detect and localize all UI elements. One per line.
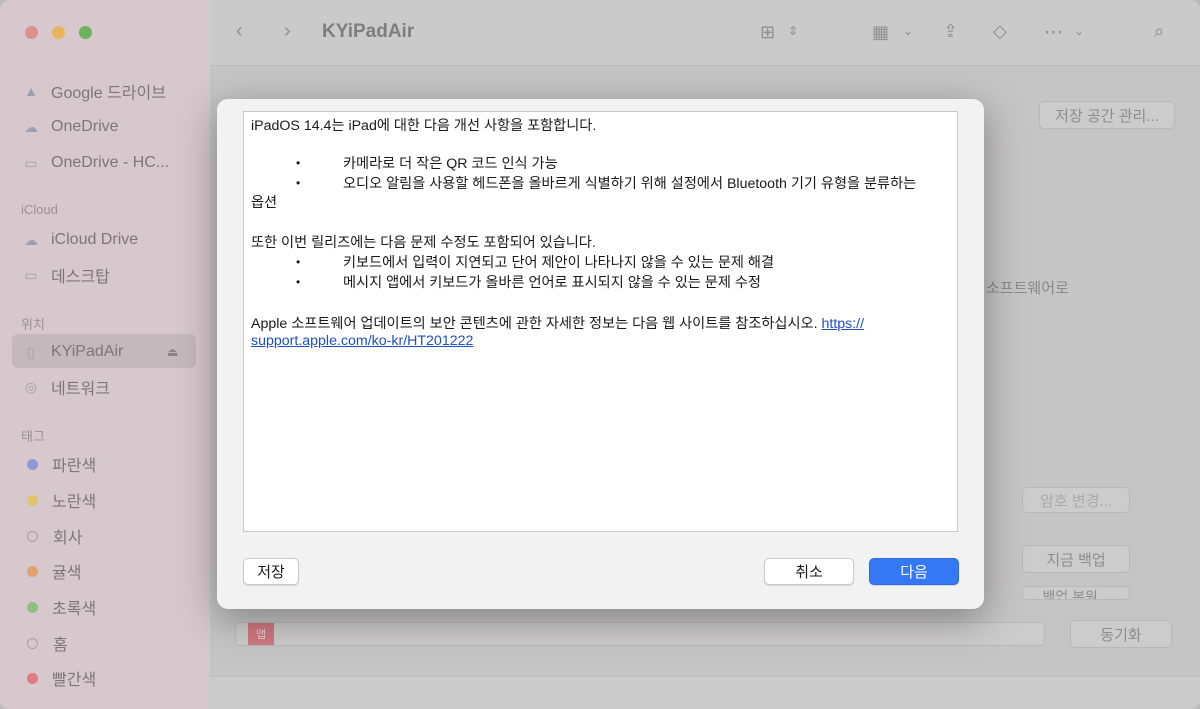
sidebar-item-label: 귤색 — [52, 565, 82, 582]
sidebar-tag-red[interactable]: 빨간색 — [21, 666, 96, 690]
sidebar-tag-green[interactable]: 초록색 — [21, 595, 96, 619]
chevron-updown-icon[interactable]: ⇕ — [788, 24, 798, 38]
sidebar-tag-yellow[interactable]: 노란색 — [21, 488, 96, 512]
sync-button[interactable]: 동기화 — [1070, 620, 1172, 648]
sidebar-item-label: Google 드라이브 — [51, 85, 166, 102]
sidebar-item-desktop[interactable]: ▭ 데스크탑 — [21, 263, 110, 287]
software-update-dialog: iPadOS 14.4는 iPad에 대한 다음 개선 사항을 포함합니다. •… — [217, 99, 984, 609]
sidebar-item-label: OneDrive — [51, 118, 119, 135]
sidebar-item-label: 홈 — [53, 637, 68, 654]
sidebar-tag-work[interactable]: 회사 — [21, 524, 82, 548]
sidebar-item-label: KYiPadAir — [51, 343, 124, 360]
sidebar-item-kyipadair[interactable]: ▯ KYiPadAir — [21, 340, 123, 364]
close-window-button[interactable] — [25, 26, 38, 39]
sidebar-tag-blue[interactable]: 파란색 — [21, 452, 96, 476]
release-note-item: 카메라로 더 작은 QR 코드 인식 가능 — [343, 156, 558, 172]
tag-empty-dot — [27, 530, 38, 542]
forward-icon[interactable]: › — [284, 20, 291, 43]
security-info-text: Apple 소프트웨어 업데이트의 보안 콘텐츠에 관한 자세한 정보는 다음 … — [251, 313, 864, 333]
cloud-icon: ☁ — [24, 118, 38, 135]
sidebar-section-icloud: iCloud — [21, 202, 58, 217]
storage-segment-apps: 앱 — [248, 623, 274, 645]
tag-empty-dot — [27, 637, 38, 649]
sidebar-item-network[interactable]: ◎ 네트워크 — [21, 375, 110, 399]
storage-usage-bar: 앱 — [235, 622, 1045, 646]
sidebar-item-label: 데스크탑 — [51, 269, 110, 286]
sidebar-item-label: OneDrive - HC... — [51, 154, 170, 171]
sidebar-item-google-drive[interactable]: ▲ Google 드라이브 — [21, 79, 166, 103]
save-button[interactable]: 저장 — [243, 558, 299, 585]
status-bar — [210, 676, 1200, 709]
back-icon[interactable]: ‹ — [236, 20, 243, 43]
bugfix-item: 메시지 앱에서 키보드가 올바른 언어로 표시되지 않을 수 있는 문제 수정 — [343, 275, 761, 291]
security-link-continued: support.apple.com/ko-kr/HT201222 — [251, 333, 473, 349]
tag-color-dot — [27, 458, 38, 470]
window-title: KYiPadAir — [322, 21, 415, 42]
sidebar-item-label: 네트워크 — [51, 381, 110, 398]
bullet-marker: • — [296, 275, 301, 289]
sidebar-item-label: 초록색 — [52, 601, 97, 618]
tag-icon[interactable]: ◇ — [993, 21, 1007, 42]
ipad-icon: ▯ — [27, 343, 35, 360]
manage-storage-button[interactable]: 저장 공간 관리... — [1039, 101, 1175, 129]
sidebar-item-label: 파란색 — [52, 458, 97, 475]
bugfix-intro: 또한 이번 릴리즈에는 다음 문제 수정도 포함되어 있습니다. — [251, 235, 596, 251]
chevron-down-icon[interactable]: ⌄ — [903, 24, 913, 38]
sidebar-section-locations: 위치 — [21, 317, 45, 332]
bugfix-item: 키보드에서 입력이 지연되고 단어 제안이 나타나지 않을 수 있는 문제 해결 — [343, 255, 774, 271]
sidebar-item-onedrive-hc[interactable]: ▭ OneDrive - HC... — [21, 151, 169, 175]
sidebar-tag-home[interactable]: 홈 — [21, 631, 68, 655]
security-link[interactable]: https:// — [821, 316, 864, 332]
release-note-item-continued: 옵션 — [251, 195, 278, 211]
view-grid-icon[interactable]: ⊞ — [760, 22, 775, 43]
sidebar: ▲ Google 드라이브 ☁ OneDrive ▭ OneDrive - HC… — [0, 0, 210, 709]
release-notes-textview[interactable]: iPadOS 14.4는 iPad에 대한 다음 개선 사항을 포함합니다. •… — [243, 111, 958, 532]
sidebar-item-icloud-drive[interactable]: ☁ iCloud Drive — [21, 228, 138, 252]
tag-color-dot — [27, 494, 38, 506]
tag-color-dot — [27, 565, 38, 577]
chevron-down-icon[interactable]: ⌄ — [1074, 24, 1084, 38]
security-info-sentence: Apple 소프트웨어 업데이트의 보안 콘텐츠에 관한 자세한 정보는 다음 … — [251, 316, 822, 332]
bullet-marker: • — [296, 255, 301, 269]
sidebar-item-label: 빨간색 — [52, 672, 97, 689]
backup-now-button[interactable]: 지금 백업 — [1022, 545, 1130, 573]
cancel-button[interactable]: 취소 — [764, 558, 854, 585]
bullet-marker: • — [296, 156, 301, 170]
zoom-window-button[interactable] — [79, 26, 92, 39]
sidebar-item-onedrive[interactable]: ☁ OneDrive — [21, 115, 119, 139]
sidebar-item-label: 노란색 — [52, 494, 97, 511]
change-password-button[interactable]: 암호 변경... — [1022, 487, 1130, 513]
eject-icon[interactable]: ⏏ — [167, 345, 178, 359]
sidebar-tag-orange[interactable]: 귤색 — [21, 559, 81, 583]
sidebar-item-label: iCloud Drive — [51, 231, 139, 248]
minimize-window-button[interactable] — [52, 26, 65, 39]
globe-icon: ◎ — [24, 378, 38, 395]
sidebar-section-tags: 태그 — [21, 429, 45, 444]
toolbar: ‹ › KYiPadAir ⊞ ⇕ ▦ ⌄ ⇪ ◇ ⋯ ⌄ ⌕ — [210, 0, 1200, 66]
next-button[interactable]: 다음 — [869, 558, 959, 585]
desktop-icon: ▭ — [24, 266, 38, 283]
folder-icon: ▭ — [24, 154, 38, 171]
cloud-drive-icon: ▲ — [24, 83, 38, 99]
security-link[interactable]: support.apple.com/ko-kr/HT201222 — [251, 333, 473, 349]
release-notes-intro: iPadOS 14.4는 iPad에 대한 다음 개선 사항을 포함합니다. — [251, 118, 597, 134]
restore-backup-button[interactable]: 백업 복원... — [1022, 586, 1130, 600]
release-note-item: 오디오 알림을 사용할 헤드폰을 올바르게 식별하기 위해 설정에서 Bluet… — [343, 176, 917, 192]
share-icon[interactable]: ⇪ — [943, 21, 958, 42]
search-icon[interactable]: ⌕ — [1154, 21, 1164, 42]
finder-window: ▲ Google 드라이브 ☁ OneDrive ▭ OneDrive - HC… — [0, 0, 1200, 709]
bullet-marker: • — [296, 176, 301, 190]
more-actions-icon[interactable]: ⋯ — [1044, 21, 1063, 44]
group-icon[interactable]: ▦ — [872, 22, 889, 43]
software-description-text: 소프트웨어로 — [986, 280, 1069, 297]
tag-color-dot — [27, 601, 38, 613]
sidebar-item-label: 회사 — [53, 530, 83, 547]
tag-color-dot — [27, 672, 38, 684]
cloud-icon: ☁ — [24, 231, 38, 248]
